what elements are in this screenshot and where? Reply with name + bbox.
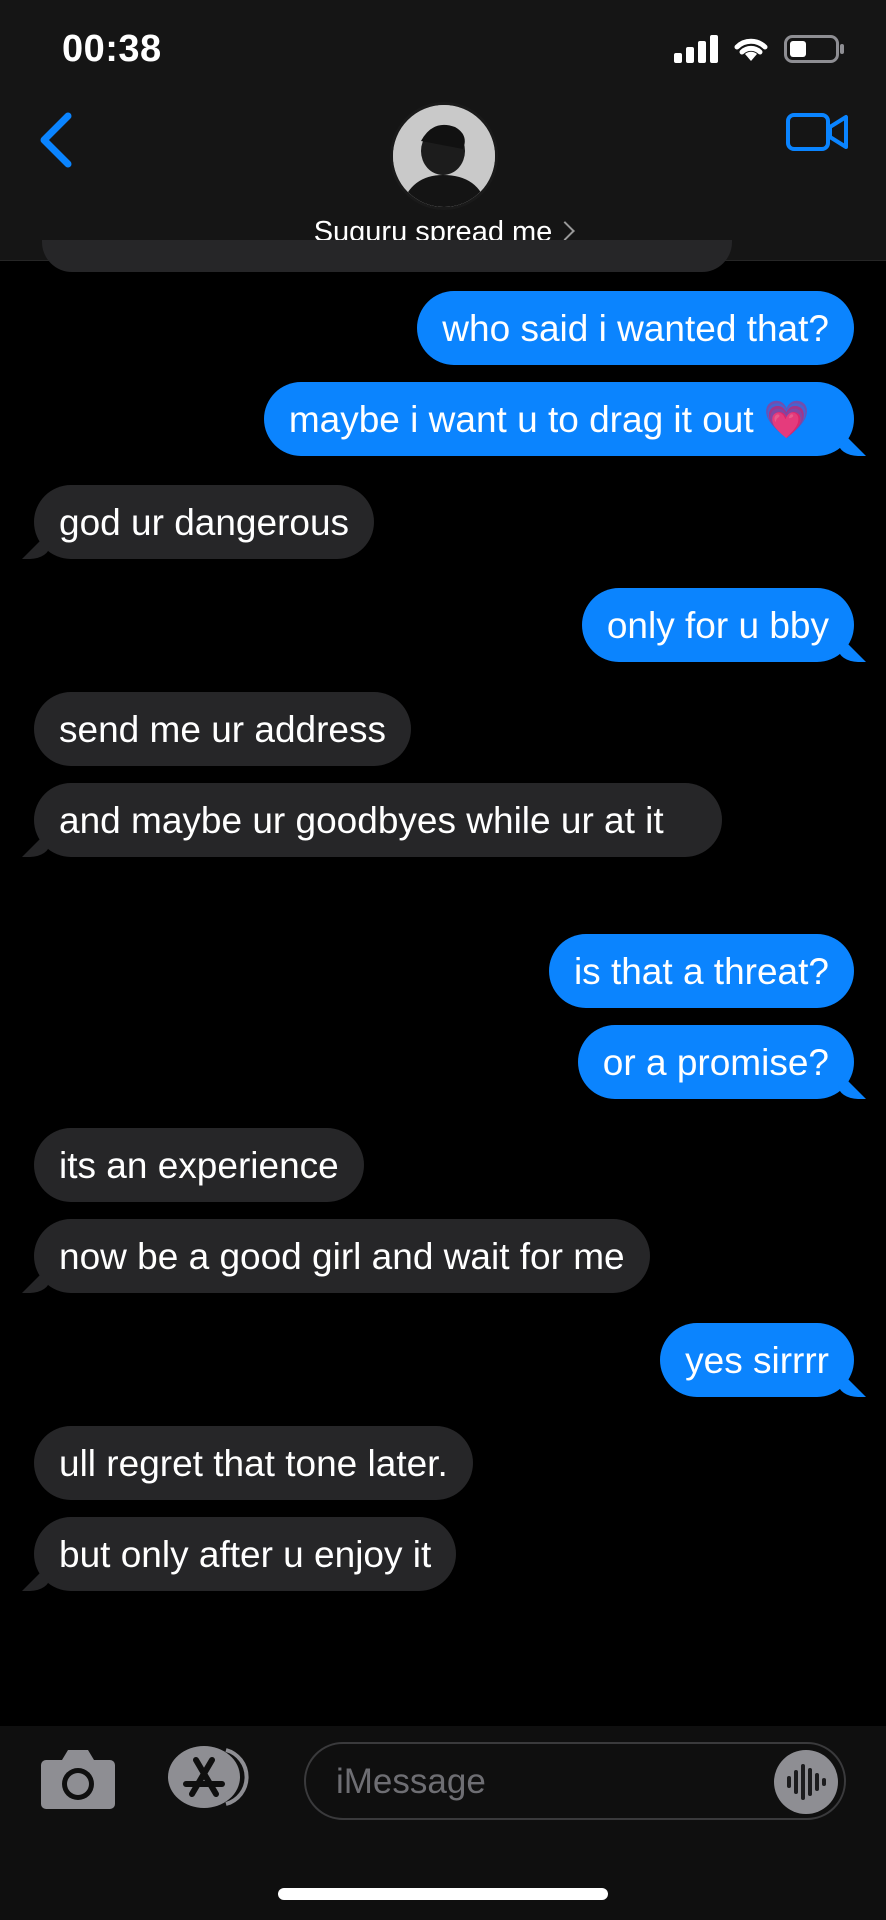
app-store-icon[interactable]	[166, 1744, 256, 1810]
signal-icon	[674, 35, 718, 63]
message-bubble-outgoing[interactable]: or a promise?	[577, 1025, 854, 1099]
message-bubble-outgoing[interactable]: maybe i want u to drag it out 💗	[263, 382, 854, 456]
message-bubble-incoming[interactable]: god ur dangerous	[34, 485, 375, 559]
message-bubble-incoming[interactable]: its an experience	[34, 1128, 364, 1202]
message-bubble-outgoing[interactable]: only for u bby	[581, 588, 854, 662]
imessage-input[interactable]	[334, 1758, 758, 1806]
conversation-header: 00:38 Suguru spread me	[0, 0, 886, 261]
message-bubble-incoming[interactable]: but only after u enjoy it	[34, 1517, 457, 1591]
camera-icon[interactable]	[40, 1746, 116, 1810]
message-bubble-incoming[interactable]: and maybe ur goodbyes while ur at it	[34, 783, 722, 857]
message-bubble-incoming[interactable]: now be a good girl and wait for me	[34, 1219, 650, 1293]
home-indicator[interactable]	[278, 1888, 608, 1900]
message-bubble-incoming[interactable]: send me ur address	[34, 692, 412, 766]
message-bubble-incoming[interactable]: ull regret that tone later.	[34, 1426, 473, 1500]
back-chevron-icon[interactable]	[36, 112, 76, 168]
message-bubble-outgoing[interactable]: yes sirrrr	[660, 1323, 854, 1397]
audio-waveform-icon	[787, 1764, 826, 1800]
battery-icon	[784, 35, 844, 63]
status-icons	[674, 34, 846, 64]
message-input-field[interactable]	[304, 1742, 846, 1820]
status-time: 00:38	[62, 28, 162, 70]
previous-message-partial	[42, 240, 732, 272]
audio-message-button[interactable]	[774, 1750, 838, 1814]
contact-avatar[interactable]	[390, 102, 498, 210]
wifi-icon	[734, 38, 768, 61]
avatar-photo	[393, 105, 495, 207]
chevron-right-icon	[555, 221, 576, 242]
message-bubble-outgoing[interactable]: who said i wanted that?	[417, 291, 854, 365]
video-call-icon[interactable]	[786, 112, 848, 152]
message-bubble-outgoing[interactable]: is that a threat?	[548, 934, 854, 1008]
